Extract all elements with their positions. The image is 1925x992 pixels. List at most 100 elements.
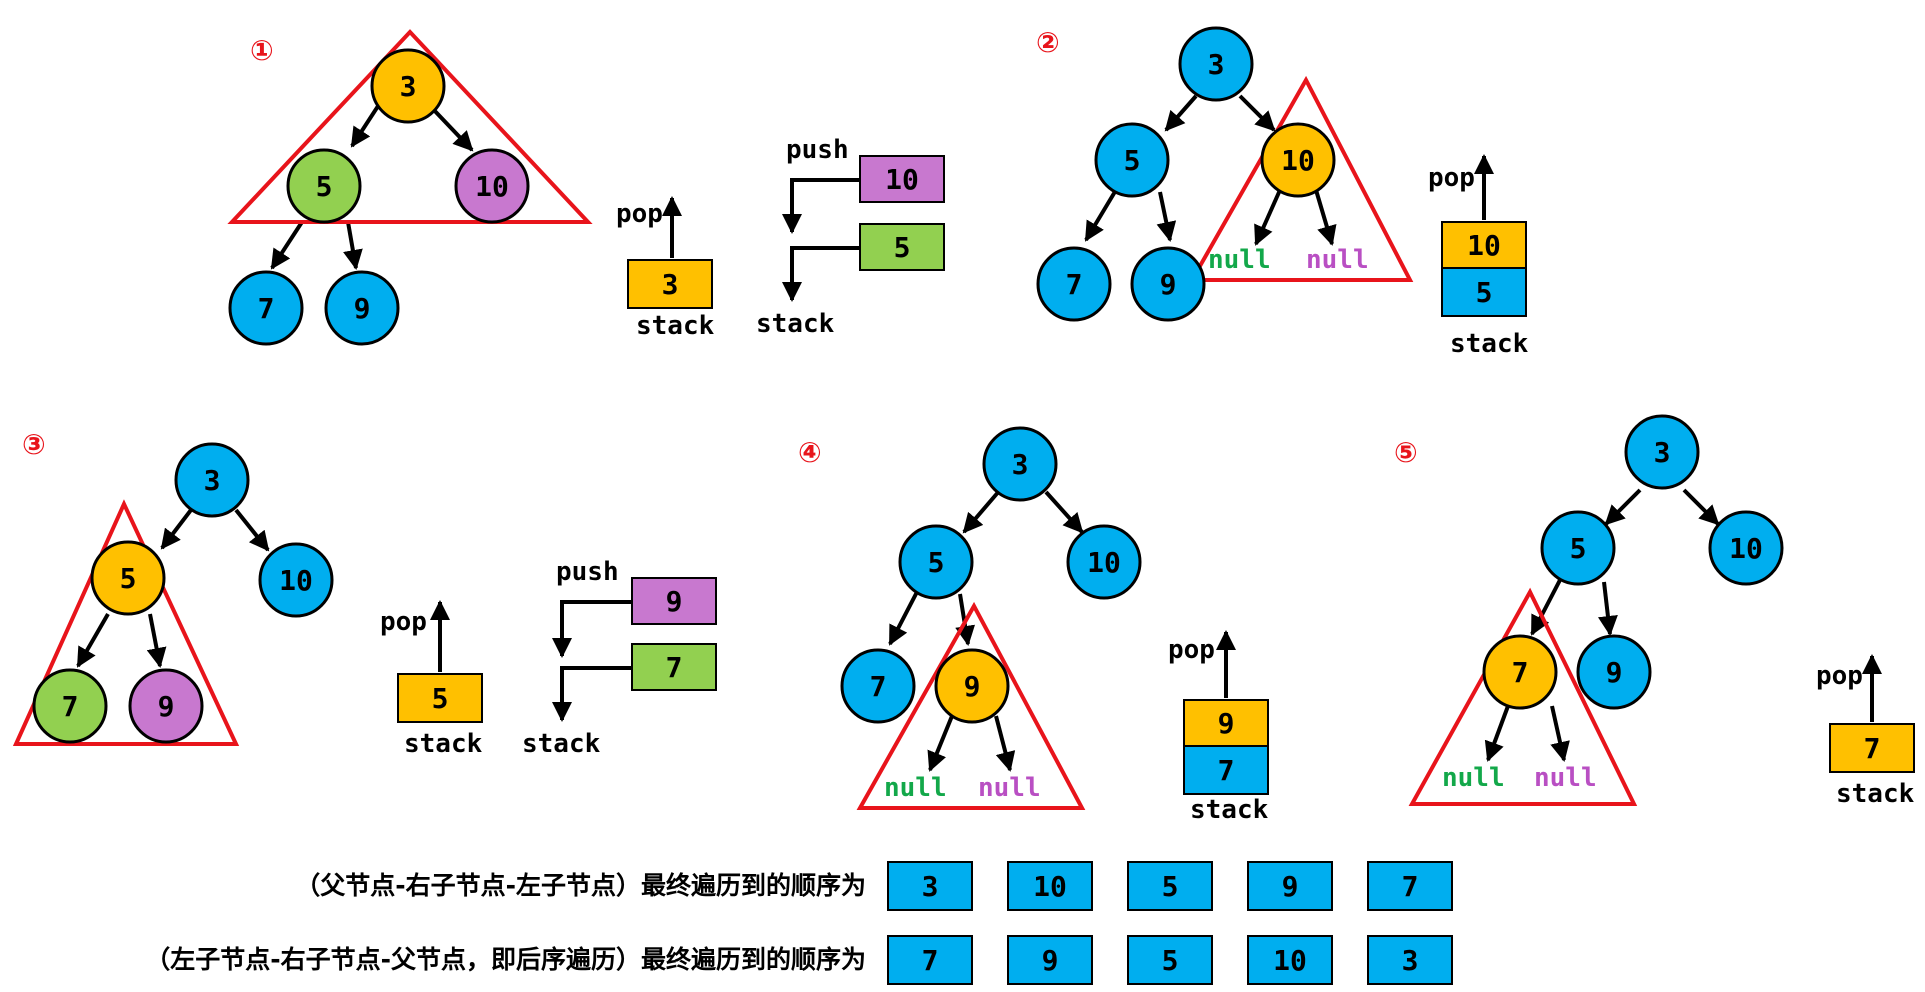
svg-text:3: 3 — [662, 268, 679, 301]
node-left: 5 — [286, 148, 362, 224]
null-label: null — [1534, 763, 1597, 793]
pop-label: pop — [380, 607, 427, 637]
result-cell: 9 — [1247, 861, 1333, 911]
svg-text:10: 10 — [1087, 546, 1121, 579]
node-left: 5 — [1094, 122, 1170, 198]
svg-text:7: 7 — [258, 292, 275, 325]
node-root: 3 — [370, 48, 446, 124]
stack-item: 10 — [1441, 221, 1527, 269]
node-left-right: 9 — [128, 668, 204, 744]
step-2-label: ② — [1036, 26, 1060, 59]
svg-text:10: 10 — [1467, 229, 1501, 262]
svg-text:5: 5 — [928, 546, 945, 579]
null-label: null — [1306, 245, 1369, 275]
pop-label: pop — [616, 199, 663, 229]
svg-text:10: 10 — [1273, 944, 1307, 977]
svg-text:3: 3 — [1208, 48, 1225, 81]
node-right: 10 — [1066, 524, 1142, 600]
svg-text:5: 5 — [316, 170, 333, 203]
stack-item: 5 — [1441, 267, 1527, 317]
null-label: null — [978, 773, 1041, 803]
stack-label: stack — [636, 311, 715, 341]
stack-label: stack — [1450, 329, 1529, 359]
result-cell: 9 — [1007, 935, 1093, 985]
result-cell: 5 — [1127, 861, 1213, 911]
svg-text:5: 5 — [120, 562, 137, 595]
panel-3: ③ 3 5 10 7 9 pop 5 stack push 9 7 stack — [12, 428, 717, 759]
push-item: 9 — [631, 577, 717, 625]
node-left-right: 9 — [934, 648, 1010, 724]
svg-text:3: 3 — [400, 70, 417, 103]
node-left-left: 7 — [228, 270, 304, 346]
svg-text:5: 5 — [1162, 870, 1179, 903]
null-label: null — [884, 773, 947, 803]
svg-text:7: 7 — [1864, 732, 1881, 765]
stack-item: 7 — [1829, 723, 1915, 773]
panel-2: ② 3 5 10 7 9 null null pop 10 5 stack — [1036, 26, 1529, 359]
svg-text:5: 5 — [894, 231, 911, 264]
node-right: 10 — [1708, 510, 1784, 586]
push-item: 10 — [859, 155, 945, 203]
stack-label: stack — [756, 309, 835, 339]
node-left-left: 7 — [1036, 246, 1112, 322]
stack-label: stack — [1836, 779, 1915, 809]
svg-text:7: 7 — [922, 944, 939, 977]
svg-text:5: 5 — [1570, 532, 1587, 565]
step-1-label: ① — [250, 34, 274, 67]
svg-text:7: 7 — [1218, 754, 1235, 787]
node-root: 3 — [1624, 414, 1700, 490]
pop-label: pop — [1168, 635, 1215, 665]
stack-item: 3 — [627, 259, 713, 309]
svg-text:3: 3 — [204, 464, 221, 497]
node-left-left: 7 — [840, 648, 916, 724]
svg-text:10: 10 — [475, 170, 509, 203]
svg-text:3: 3 — [1402, 944, 1419, 977]
push-label: push — [786, 135, 849, 165]
stack-item: 5 — [397, 673, 483, 723]
step-5-label: ⑤ — [1394, 436, 1418, 469]
svg-text:9: 9 — [964, 670, 981, 703]
svg-text:3: 3 — [922, 870, 939, 903]
svg-text:7: 7 — [870, 670, 887, 703]
result-cell: 7 — [887, 935, 973, 985]
pop-label: pop — [1816, 661, 1863, 691]
result-caption: （左子节点-右子节点-父节点，即后序遍历）最终遍历到的顺序为 — [145, 945, 866, 974]
stack-item: 7 — [1183, 745, 1269, 795]
svg-text:10: 10 — [1033, 870, 1067, 903]
null-label: null — [1442, 763, 1505, 793]
svg-text:7: 7 — [1512, 656, 1529, 689]
node-left-left: 7 — [32, 668, 108, 744]
node-left-right: 9 — [324, 270, 400, 346]
svg-text:10: 10 — [885, 163, 919, 196]
node-left-right: 9 — [1130, 246, 1206, 322]
pop-label: pop — [1428, 163, 1475, 193]
result-caption: （父节点-右子节点-左子节点）最终遍历到的顺序为 — [295, 871, 866, 900]
node-root: 3 — [982, 426, 1058, 502]
result-row-1: （父节点-右子节点-左子节点）最终遍历到的顺序为 3 10 5 9 7 — [295, 861, 1453, 911]
node-root: 3 — [174, 442, 250, 518]
svg-text:10: 10 — [1729, 532, 1763, 565]
svg-text:9: 9 — [1606, 656, 1623, 689]
svg-text:7: 7 — [1402, 870, 1419, 903]
push-item: 7 — [631, 643, 717, 691]
svg-text:9: 9 — [666, 585, 683, 618]
node-right: 10 — [258, 542, 334, 618]
push-item: 5 — [859, 223, 945, 271]
panel-1: ① 3 5 10 7 9 pop 3 stack push 10 5 stack — [227, 29, 945, 346]
push-label: push — [556, 557, 619, 587]
result-cell: 3 — [1367, 935, 1453, 985]
svg-text:9: 9 — [1218, 707, 1235, 740]
traversal-diagram: ① 3 5 10 7 9 pop 3 stack push 10 5 stack… — [12, 26, 1915, 985]
stack-label: stack — [404, 729, 483, 759]
result-cell: 5 — [1127, 935, 1213, 985]
result-cell: 7 — [1367, 861, 1453, 911]
svg-text:7: 7 — [62, 690, 79, 723]
svg-text:7: 7 — [1066, 268, 1083, 301]
node-root: 3 — [1178, 26, 1254, 102]
svg-text:9: 9 — [1160, 268, 1177, 301]
result-cell: 10 — [1247, 935, 1333, 985]
step-3-label: ③ — [22, 428, 46, 461]
result-cell: 10 — [1007, 861, 1093, 911]
stack-label: stack — [522, 729, 601, 759]
null-label: null — [1208, 245, 1271, 275]
